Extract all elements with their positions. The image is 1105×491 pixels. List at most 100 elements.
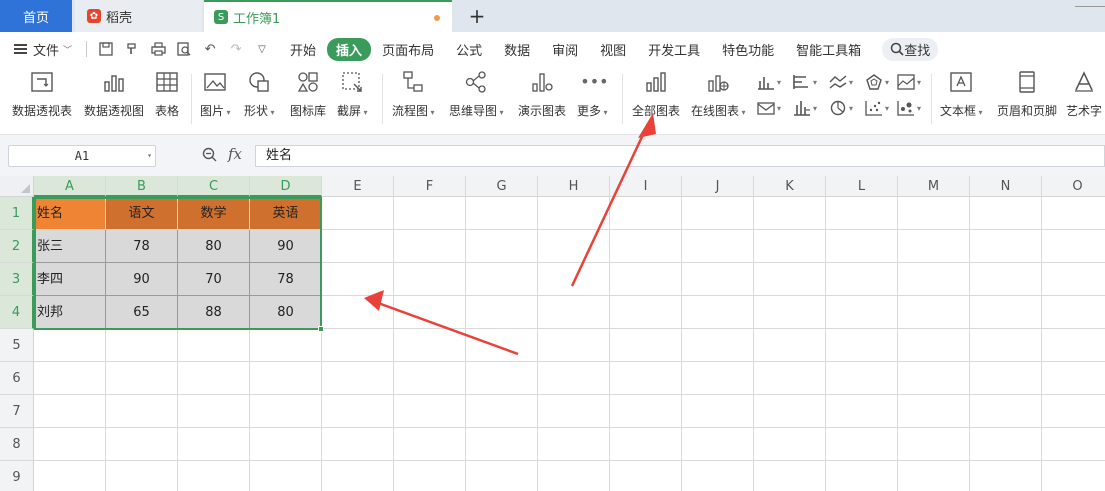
cell-d1[interactable]: 英语	[250, 197, 322, 230]
cell-k4[interactable]	[754, 296, 826, 329]
cell-c6[interactable]	[178, 362, 250, 395]
cell-e7[interactable]	[322, 395, 394, 428]
icon-library-button[interactable]: 图标库	[290, 70, 326, 119]
cell-a3[interactable]: 李四	[34, 263, 106, 296]
cell-a6[interactable]	[34, 362, 106, 395]
cell-k1[interactable]	[754, 197, 826, 230]
pie-chart-button[interactable]: ▾	[829, 98, 861, 118]
column-header-l[interactable]: L	[826, 176, 898, 197]
cell-c5[interactable]	[178, 329, 250, 362]
online-chart-button[interactable]: 在线图表	[691, 70, 746, 119]
minimize-line-icon[interactable]	[1075, 6, 1105, 7]
column-header-f[interactable]: F	[394, 176, 466, 197]
undo-icon[interactable]: ↶	[201, 40, 219, 58]
column-header-g[interactable]: G	[466, 176, 538, 197]
cell-d2[interactable]: 90	[250, 230, 322, 263]
column-header-m[interactable]: M	[898, 176, 970, 197]
cell-b7[interactable]	[106, 395, 178, 428]
row-header-5[interactable]: 5	[0, 329, 34, 362]
cell-g9[interactable]	[466, 461, 538, 491]
picture-button[interactable]: 图片	[200, 70, 231, 119]
pivot-table-button[interactable]: 数据透视表	[12, 70, 72, 119]
cell-j6[interactable]	[682, 362, 754, 395]
bubble-chart-button[interactable]: ▾	[897, 98, 929, 118]
cell-g3[interactable]	[466, 263, 538, 296]
cell-h1[interactable]	[538, 197, 610, 230]
cell-m8[interactable]	[898, 428, 970, 461]
cell-c3[interactable]: 70	[178, 263, 250, 296]
cell-l5[interactable]	[826, 329, 898, 362]
cell-i9[interactable]	[610, 461, 682, 491]
cell-f7[interactable]	[394, 395, 466, 428]
column-header-b[interactable]: B	[106, 176, 178, 197]
cell-m6[interactable]	[898, 362, 970, 395]
tab-developer[interactable]: 开发工具	[637, 38, 711, 61]
column-header-n[interactable]: N	[970, 176, 1042, 197]
cell-h6[interactable]	[538, 362, 610, 395]
cell-j2[interactable]	[682, 230, 754, 263]
cell-m7[interactable]	[898, 395, 970, 428]
flowchart-button[interactable]: 流程图	[392, 70, 435, 119]
cell-o6[interactable]	[1042, 362, 1105, 395]
cell-o1[interactable]	[1042, 197, 1105, 230]
scatter-chart-button[interactable]: ▾	[865, 98, 897, 118]
print-icon[interactable]	[149, 40, 167, 58]
cell-d5[interactable]	[250, 329, 322, 362]
cell-a7[interactable]	[34, 395, 106, 428]
pivot-chart-button[interactable]: 数据透视图	[84, 70, 144, 119]
redo-icon[interactable]: ↷	[227, 40, 245, 58]
cell-m9[interactable]	[898, 461, 970, 491]
cell-i6[interactable]	[610, 362, 682, 395]
search-button[interactable]: 查找	[882, 37, 939, 61]
tab-workbook[interactable]: S 工作簿1	[204, 0, 452, 32]
cell-h9[interactable]	[538, 461, 610, 491]
cell-i1[interactable]	[610, 197, 682, 230]
column-header-a[interactable]: A	[34, 176, 106, 197]
print-preview-icon[interactable]	[175, 40, 193, 58]
row-header-6[interactable]: 6	[0, 362, 34, 395]
radar-chart-button[interactable]: ▾	[865, 72, 897, 92]
header-footer-button[interactable]: 页眉和页脚	[997, 70, 1057, 119]
cell-n5[interactable]	[970, 329, 1042, 362]
cell-c7[interactable]	[178, 395, 250, 428]
cell-l2[interactable]	[826, 230, 898, 263]
cell-h4[interactable]	[538, 296, 610, 329]
cell-h5[interactable]	[538, 329, 610, 362]
cell-m4[interactable]	[898, 296, 970, 329]
cell-e8[interactable]	[322, 428, 394, 461]
cell-o8[interactable]	[1042, 428, 1105, 461]
shape-button[interactable]: 形状	[244, 70, 275, 119]
cell-k6[interactable]	[754, 362, 826, 395]
cell-i2[interactable]	[610, 230, 682, 263]
cell-f9[interactable]	[394, 461, 466, 491]
column-header-j[interactable]: J	[682, 176, 754, 197]
line-chart-button[interactable]: ▾	[829, 72, 861, 92]
tab-page-layout[interactable]: 页面布局	[371, 38, 445, 61]
formula-input[interactable]: 姓名	[255, 145, 1105, 167]
cell-j3[interactable]	[682, 263, 754, 296]
column-header-i[interactable]: I	[610, 176, 682, 197]
cell-l7[interactable]	[826, 395, 898, 428]
demo-chart-button[interactable]: 演示图表	[518, 70, 566, 119]
cell-e4[interactable]	[322, 296, 394, 329]
tab-home[interactable]: 首页	[0, 0, 72, 32]
cell-j1[interactable]	[682, 197, 754, 230]
cell-a5[interactable]	[34, 329, 106, 362]
cell-l4[interactable]	[826, 296, 898, 329]
cell-e9[interactable]	[322, 461, 394, 491]
cell-g4[interactable]	[466, 296, 538, 329]
new-tab-button[interactable]: +	[466, 4, 488, 28]
all-charts-button[interactable]: 全部图表	[632, 70, 680, 119]
tab-formula[interactable]: 公式	[445, 38, 493, 61]
cell-f2[interactable]	[394, 230, 466, 263]
cell-d7[interactable]	[250, 395, 322, 428]
row-header-3[interactable]: 3	[0, 263, 34, 296]
cell-f4[interactable]	[394, 296, 466, 329]
cell-o7[interactable]	[1042, 395, 1105, 428]
tab-data[interactable]: 数据	[493, 38, 541, 61]
cell-n1[interactable]	[970, 197, 1042, 230]
cell-b2[interactable]: 78	[106, 230, 178, 263]
cell-b6[interactable]	[106, 362, 178, 395]
tab-features[interactable]: 特色功能	[711, 38, 785, 61]
cell-l3[interactable]	[826, 263, 898, 296]
